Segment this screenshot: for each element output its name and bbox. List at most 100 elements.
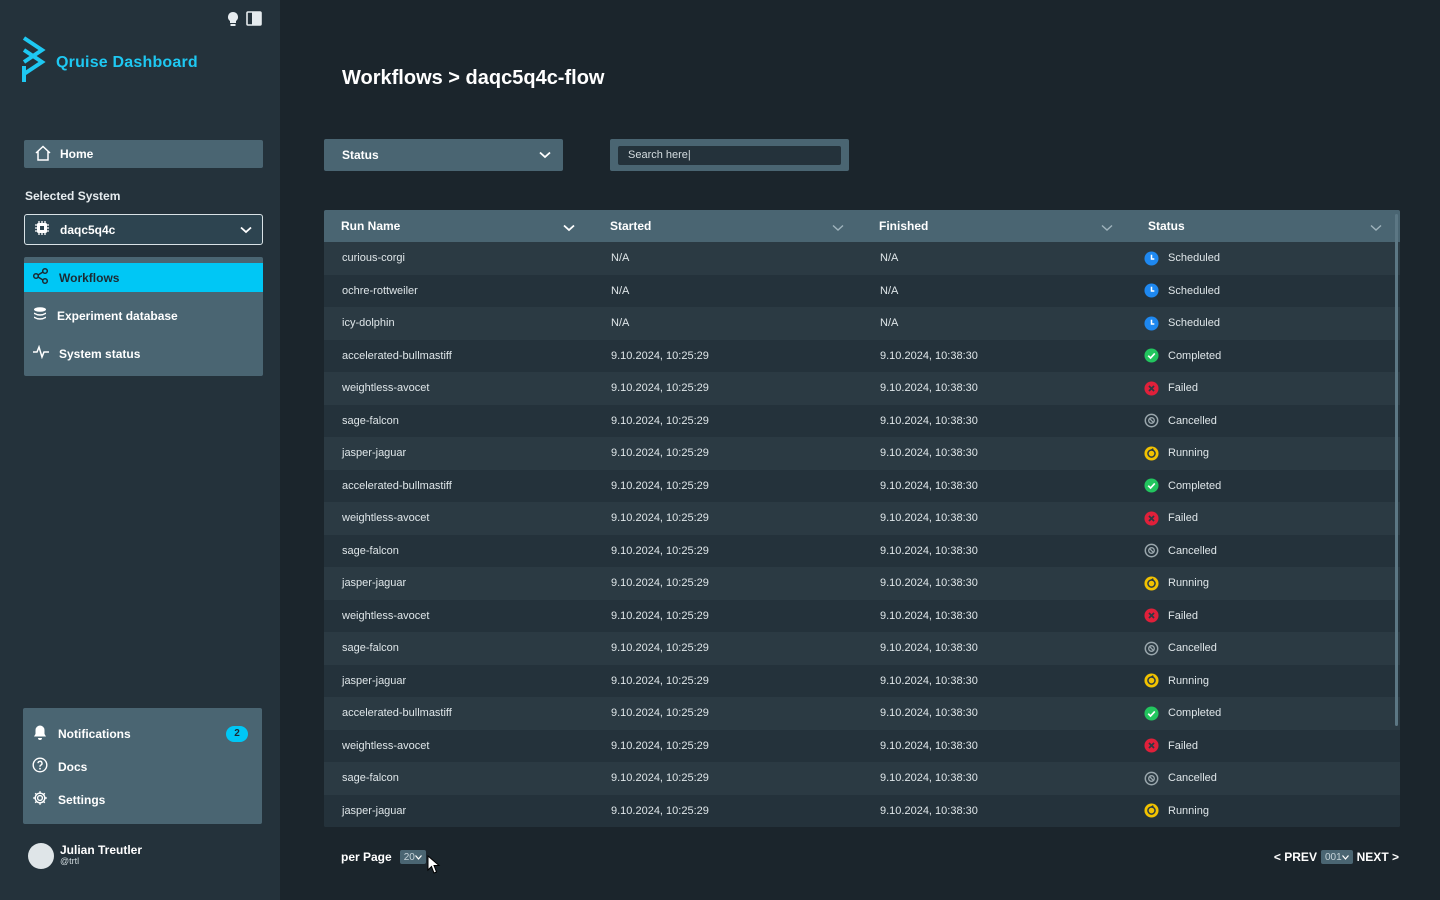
started-cell: 9.10.2024, 10:25:29: [611, 349, 709, 362]
table-scrollbar[interactable]: [1395, 214, 1398, 726]
bell-icon: [32, 724, 48, 744]
status-cell: Failed: [1131, 608, 1390, 623]
started-cell: 9.10.2024, 10:25:29: [611, 382, 709, 395]
table-row[interactable]: weightless-avocet 9.10.2024, 10:25:29 9.…: [324, 599, 1400, 632]
table-row[interactable]: sage-falcon 9.10.2024, 10:25:29 9.10.202…: [324, 632, 1400, 665]
run-name-cell: curious-corgi: [342, 252, 405, 265]
started-cell: 9.10.2024, 10:25:29: [611, 479, 709, 492]
table-row[interactable]: weightless-avocet 9.10.2024, 10:25:29 9.…: [324, 729, 1400, 762]
status-cell: Completed: [1131, 478, 1390, 493]
started-cell: N/A: [611, 252, 630, 265]
run-name-cell: accelerated-bullmastiff: [342, 707, 452, 720]
check-circle-icon: [1144, 478, 1159, 493]
finished-cell: 9.10.2024, 10:38:30: [880, 447, 978, 460]
table-row[interactable]: jasper-jaguar 9.10.2024, 10:25:29 9.10.2…: [324, 794, 1400, 827]
table-row[interactable]: weightless-avocet 9.10.2024, 10:25:29 9.…: [324, 372, 1400, 405]
started-cell: 9.10.2024, 10:25:29: [611, 577, 709, 590]
next-page-button[interactable]: NEXT >: [1357, 850, 1399, 864]
started-cell: 9.10.2024, 10:25:29: [611, 739, 709, 752]
column-header-finished[interactable]: Finished: [862, 210, 1131, 242]
status-cell: Failed: [1131, 511, 1390, 526]
table-row[interactable]: curious-corgi N/A N/A Scheduled: [324, 242, 1400, 275]
sidebar-item-label: Settings: [58, 792, 106, 807]
table-row[interactable]: jasper-jaguar 9.10.2024, 10:25:29 9.10.2…: [324, 437, 1400, 470]
started-cell: 9.10.2024, 10:25:29: [611, 707, 709, 720]
chevron-down-icon: [1370, 221, 1382, 235]
sidebar-item-settings[interactable]: Settings: [23, 786, 262, 813]
finished-cell: N/A: [880, 317, 899, 330]
sidebar-item-system-status[interactable]: System status: [24, 339, 263, 368]
cancel-circle-icon: [1144, 771, 1159, 786]
home-label: Home: [60, 147, 94, 161]
column-header-started[interactable]: Started: [593, 210, 862, 242]
table-row[interactable]: sage-falcon 9.10.2024, 10:25:29 9.10.202…: [324, 404, 1400, 437]
table-row[interactable]: icy-dolphin N/A N/A Scheduled: [324, 307, 1400, 340]
table-row[interactable]: sage-falcon 9.10.2024, 10:25:29 9.10.202…: [324, 534, 1400, 567]
sidebar-item-docs[interactable]: Docs: [23, 753, 262, 780]
table-row[interactable]: sage-falcon 9.10.2024, 10:25:29 9.10.202…: [324, 762, 1400, 795]
pulse-icon: [32, 344, 50, 362]
finished-cell: 9.10.2024, 10:38:30: [880, 642, 978, 655]
status-cell: Completed: [1131, 348, 1390, 363]
run-name-cell: weightless-avocet: [342, 512, 430, 525]
home-button[interactable]: Home: [24, 140, 263, 168]
page-select[interactable]: 001: [1320, 850, 1353, 864]
status-filter-dropdown[interactable]: Status: [324, 139, 563, 171]
table-row[interactable]: accelerated-bullmastiff 9.10.2024, 10:25…: [324, 469, 1400, 502]
search-input[interactable]: [618, 145, 841, 165]
started-cell: 9.10.2024, 10:25:29: [611, 642, 709, 655]
user-profile[interactable]: Julian Treutler @trtl: [28, 843, 142, 869]
table-row[interactable]: jasper-jaguar 9.10.2024, 10:25:29 9.10.2…: [324, 567, 1400, 600]
finished-cell: 9.10.2024, 10:38:30: [880, 674, 978, 687]
run-name-cell: jasper-jaguar: [342, 804, 407, 817]
lightbulb-icon[interactable]: [226, 11, 240, 32]
status-text: Cancelled: [1168, 544, 1217, 557]
finished-cell: 9.10.2024, 10:38:30: [880, 512, 978, 525]
cancel-circle-icon: [1144, 641, 1159, 656]
notification-count-badge: 2: [226, 725, 248, 742]
table-row[interactable]: accelerated-bullmastiff 9.10.2024, 10:25…: [324, 697, 1400, 730]
sidebar-item-label: Workflows: [59, 270, 120, 285]
status-text: Completed: [1168, 479, 1222, 492]
chevron-down-icon: [1341, 854, 1349, 860]
sidebar-toggle-icon[interactable]: [246, 11, 262, 32]
prev-page-button[interactable]: < PREV: [1274, 850, 1317, 864]
status-cell: Failed: [1131, 738, 1390, 753]
column-label: Started: [610, 219, 652, 233]
workflow-runs-table: Run Name Started Finished Status curious…: [324, 210, 1400, 827]
page-title: Workflows > daqc5q4c-flow: [342, 67, 605, 89]
search-box: [610, 139, 849, 171]
system-select[interactable]: daqc5q4c: [24, 214, 263, 245]
x-circle-icon: [1144, 738, 1159, 753]
table-row[interactable]: jasper-jaguar 9.10.2024, 10:25:29 9.10.2…: [324, 664, 1400, 697]
started-cell: 9.10.2024, 10:25:29: [611, 447, 709, 460]
x-circle-icon: [1144, 608, 1159, 623]
sidebar-item-workflows[interactable]: Workflows: [24, 263, 263, 292]
system-select-value: daqc5q4c: [60, 222, 116, 237]
per-page-select[interactable]: 20: [399, 850, 426, 864]
started-cell: 9.10.2024, 10:25:29: [611, 609, 709, 622]
table-row[interactable]: accelerated-bullmastiff 9.10.2024, 10:25…: [324, 339, 1400, 372]
started-cell: 9.10.2024, 10:25:29: [611, 512, 709, 525]
status-text: Failed: [1168, 512, 1198, 525]
column-label: Status: [1148, 219, 1185, 233]
avatar: [28, 843, 54, 869]
status-cell: Completed: [1131, 706, 1390, 721]
column-header-status[interactable]: Status: [1131, 210, 1390, 242]
chevron-down-icon: [539, 148, 551, 162]
started-cell: 9.10.2024, 10:25:29: [611, 804, 709, 817]
run-name-cell: jasper-jaguar: [342, 447, 407, 460]
app-logo[interactable]: Qruise Dashboard: [22, 36, 198, 89]
database-icon: [32, 306, 48, 325]
run-name-cell: jasper-jaguar: [342, 577, 407, 590]
user-name: Julian Treutler: [60, 843, 143, 857]
gear-icon: [32, 790, 48, 809]
sidebar-item-experiment-database[interactable]: Experiment database: [24, 301, 263, 330]
column-header-run-name[interactable]: Run Name: [324, 210, 593, 242]
spinner-icon: [1144, 673, 1159, 688]
sidebar-item-notifications[interactable]: Notifications 2: [23, 720, 262, 747]
table-row[interactable]: ochre-rottweiler N/A N/A Scheduled: [324, 274, 1400, 307]
pagination: < PREV 001 NEXT >: [1274, 850, 1399, 864]
run-name-cell: weightless-avocet: [342, 739, 430, 752]
table-row[interactable]: weightless-avocet 9.10.2024, 10:25:29 9.…: [324, 502, 1400, 535]
